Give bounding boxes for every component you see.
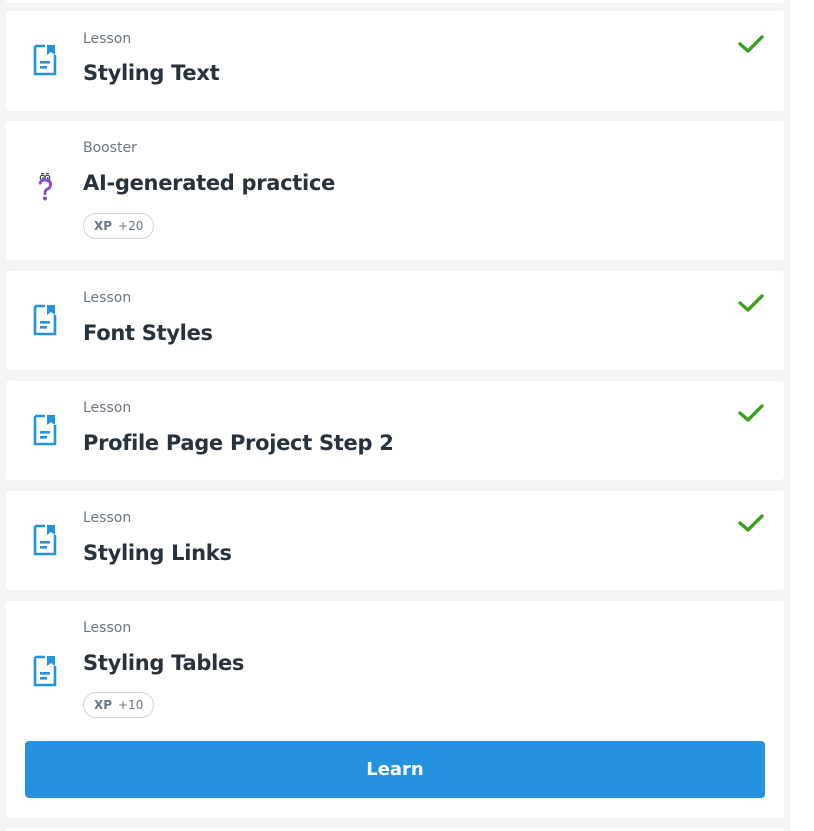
lesson-doc-icon bbox=[33, 414, 57, 446]
lesson-card[interactable]: Lesson Styling Links bbox=[6, 491, 784, 590]
lesson-doc-icon bbox=[33, 655, 57, 687]
check-icon bbox=[738, 514, 764, 532]
learn-button[interactable]: Learn bbox=[25, 741, 765, 798]
item-title: Styling Links bbox=[83, 541, 232, 565]
item-kind: Lesson bbox=[83, 290, 132, 306]
booster-card[interactable]: Booster AI-generated practice XP +20 bbox=[6, 121, 784, 260]
xp-badge: XP +10 bbox=[83, 692, 155, 718]
check-icon bbox=[738, 404, 764, 422]
check-icon bbox=[738, 35, 764, 53]
item-title: Styling Text bbox=[83, 61, 220, 85]
xp-value: +10 bbox=[118, 698, 144, 712]
lesson-card[interactable]: Lesson Font Styles bbox=[6, 271, 784, 370]
lesson-card[interactable]: Lesson Profile Page Project Step 2 bbox=[6, 381, 784, 480]
item-kind: Booster bbox=[83, 140, 137, 156]
item-kind: Lesson bbox=[83, 31, 132, 47]
item-title: Font Styles bbox=[83, 321, 213, 345]
lesson-doc-icon bbox=[33, 304, 57, 336]
item-title: AI-generated practice bbox=[83, 171, 336, 195]
item-title: Profile Page Project Step 2 bbox=[83, 431, 394, 455]
xp-label: XP bbox=[94, 219, 113, 233]
lesson-doc-icon bbox=[33, 524, 57, 556]
previous-card-edge bbox=[6, 0, 784, 3]
item-title: Styling Tables bbox=[83, 651, 245, 675]
check-icon bbox=[738, 294, 764, 312]
scroll-gutter bbox=[790, 0, 814, 831]
question-mascot-icon bbox=[38, 173, 53, 201]
xp-label: XP bbox=[94, 698, 113, 712]
lesson-card[interactable]: Lesson Styling Text bbox=[6, 11, 784, 111]
current-lesson-card[interactable]: Lesson Styling Tables XP +10 Learn bbox=[6, 601, 784, 818]
xp-value: +20 bbox=[118, 219, 144, 233]
item-kind: Lesson bbox=[83, 400, 132, 416]
item-kind: Lesson bbox=[83, 620, 132, 636]
lesson-doc-icon bbox=[33, 44, 57, 76]
xp-badge: XP +20 bbox=[83, 213, 155, 239]
item-kind: Lesson bbox=[83, 510, 132, 526]
